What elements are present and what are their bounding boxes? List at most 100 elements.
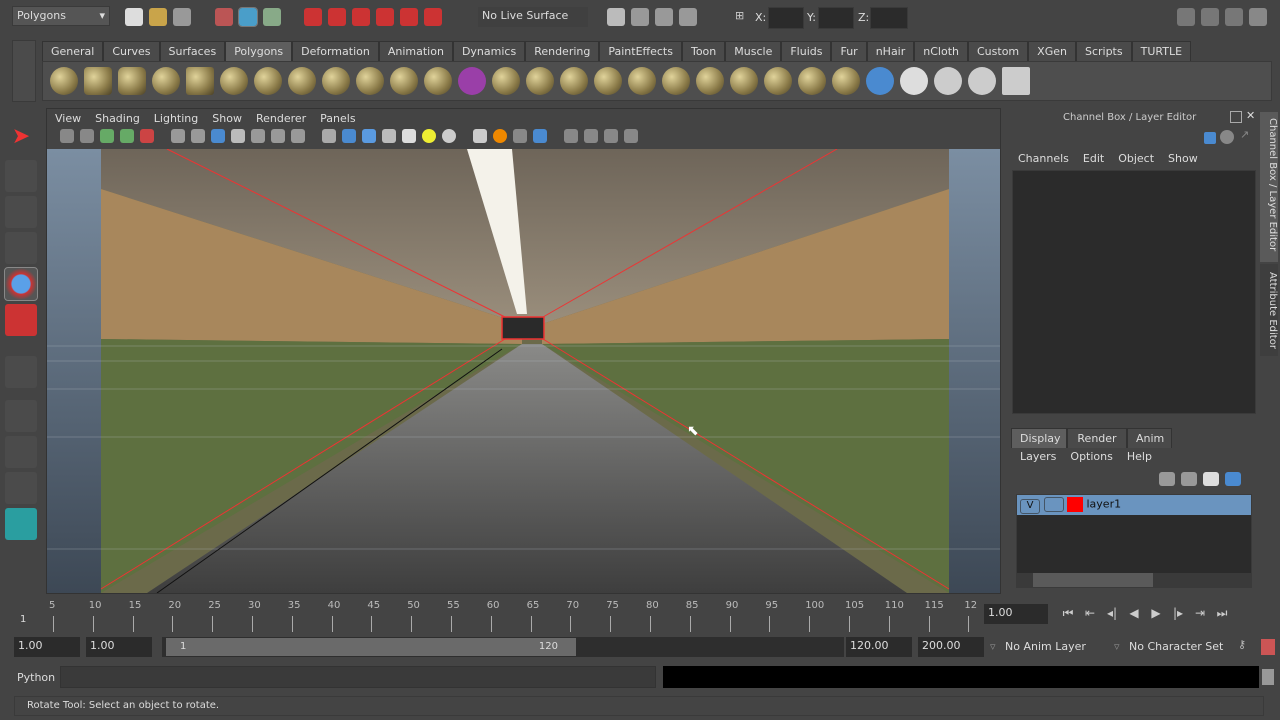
float-panel-icon[interactable]: [1230, 111, 1242, 123]
live-surface-field[interactable]: No Live Surface: [478, 7, 588, 27]
layer-row[interactable]: V layer1: [1017, 495, 1251, 515]
shelf-tab[interactable]: Curves: [103, 41, 160, 61]
render-view-icon[interactable]: [607, 8, 625, 26]
layout-outliner-icon[interactable]: [5, 472, 37, 504]
tab-render[interactable]: Render: [1067, 428, 1127, 448]
snap-point-icon[interactable]: [352, 8, 370, 26]
menu-options[interactable]: Options: [1070, 450, 1112, 463]
horizontal-scrollbar[interactable]: [1017, 573, 1251, 587]
new-layer-icon[interactable]: [1203, 472, 1219, 486]
new-layer-selected-icon[interactable]: [1225, 472, 1241, 486]
select-object-icon[interactable]: [237, 7, 258, 27]
shelf-tab[interactable]: Scripts: [1075, 41, 1132, 61]
step-back-frame-icon[interactable]: ◂|: [1101, 606, 1123, 620]
transform-input-icon[interactable]: ⊞: [735, 9, 744, 22]
insert-loop-icon[interactable]: [696, 67, 724, 95]
last-tool-icon[interactable]: [5, 356, 37, 388]
visibility-toggle[interactable]: V: [1020, 498, 1040, 514]
xray-joints-icon[interactable]: [604, 129, 618, 143]
side-tab-attribute-editor[interactable]: Attribute Editor: [1260, 264, 1278, 356]
image-plane-icon[interactable]: [120, 129, 134, 143]
shelf-tab[interactable]: Custom: [968, 41, 1029, 61]
safe-title-icon[interactable]: [291, 129, 305, 143]
shelf-menu-button[interactable]: [12, 40, 36, 102]
layout-single-icon[interactable]: [5, 400, 37, 432]
modeling-toolkit-icon[interactable]: [1177, 8, 1195, 26]
move-layer-down-icon[interactable]: [1181, 472, 1197, 486]
anim-layer-dropdown[interactable]: ▿ No Anim Layer: [990, 640, 1086, 653]
y-field[interactable]: [818, 7, 854, 29]
gate-mask-icon[interactable]: [231, 129, 245, 143]
poly-cylinder-icon[interactable]: [118, 67, 146, 95]
start-time-field[interactable]: 1.00: [14, 637, 80, 657]
offset-loop-icon[interactable]: [730, 67, 758, 95]
snap-grid-icon[interactable]: [304, 8, 322, 26]
poly-sphere-icon[interactable]: [50, 67, 78, 95]
menu-renderer[interactable]: Renderer: [256, 112, 306, 125]
shelf-tab[interactable]: Dynamics: [452, 41, 526, 61]
wireframe-on-shaded-icon[interactable]: [362, 129, 376, 143]
isolate-select-icon[interactable]: [564, 129, 578, 143]
shelf-tab[interactable]: XGen: [1028, 41, 1076, 61]
extract-icon[interactable]: [424, 67, 452, 95]
command-input[interactable]: [60, 666, 656, 688]
move-layer-up-icon[interactable]: [1159, 472, 1175, 486]
lasso-tool-icon[interactable]: [5, 160, 37, 192]
separate-icon[interactable]: [390, 67, 418, 95]
uv-layout-icon[interactable]: [968, 67, 996, 95]
snap-view-icon[interactable]: [376, 8, 394, 26]
textured-icon[interactable]: [402, 129, 416, 143]
render-settings-icon[interactable]: [679, 8, 697, 26]
append-icon[interactable]: [594, 67, 622, 95]
uv-icon[interactable]: [934, 67, 962, 95]
playback-end-field[interactable]: 120.00: [846, 637, 912, 657]
x-field[interactable]: [768, 7, 804, 29]
shelf-tab[interactable]: nHair: [866, 41, 915, 61]
field-chart-icon[interactable]: [251, 129, 265, 143]
poke-icon[interactable]: [832, 67, 860, 95]
make-live-icon[interactable]: [400, 8, 418, 26]
select-hierarchy-icon[interactable]: [214, 8, 233, 26]
shelf-tab-polygons[interactable]: Polygons: [225, 41, 293, 61]
menu-panels[interactable]: Panels: [320, 112, 355, 125]
step-back-key-icon[interactable]: ⇤: [1079, 606, 1101, 620]
play-forward-icon[interactable]: ▶: [1145, 606, 1167, 620]
shadows-icon[interactable]: [442, 129, 456, 143]
render-frame-icon[interactable]: [631, 8, 649, 26]
select-tool-icon[interactable]: ➤: [5, 124, 37, 156]
anti-alias-icon[interactable]: [513, 129, 527, 143]
select-component-icon[interactable]: [262, 8, 281, 26]
range-slider-handle[interactable]: 1 120: [166, 638, 576, 656]
layer-color-swatch[interactable]: [1067, 497, 1083, 512]
bevel-icon[interactable]: [628, 67, 656, 95]
bookmark-icon[interactable]: [100, 129, 114, 143]
attribute-editor-toggle-icon[interactable]: [1201, 8, 1219, 26]
uv-snapshot-icon[interactable]: [1002, 67, 1030, 95]
menu-edit[interactable]: Edit: [1083, 152, 1104, 165]
poly-plane-icon[interactable]: [186, 67, 214, 95]
bridge-icon[interactable]: [560, 67, 588, 95]
cut-faces-icon[interactable]: [764, 67, 792, 95]
default-material-icon[interactable]: [382, 129, 396, 143]
character-set-dropdown[interactable]: ▿ No Character Set: [1114, 640, 1223, 653]
safe-action-icon[interactable]: [271, 129, 285, 143]
shelf-tab[interactable]: Toon: [681, 41, 726, 61]
paint-select-tool-icon[interactable]: [5, 196, 37, 228]
shelf-tab[interactable]: PaintEffects: [599, 41, 682, 61]
film-gate-icon[interactable]: [191, 129, 205, 143]
camera-select-icon[interactable]: [60, 129, 74, 143]
shelf-tab[interactable]: TURTLE: [1131, 41, 1192, 61]
poly-pipe-icon[interactable]: [288, 67, 316, 95]
shading-icon[interactable]: [1220, 130, 1234, 144]
poly-plane-circle-icon[interactable]: [322, 67, 350, 95]
open-folder-icon[interactable]: [149, 8, 167, 26]
use-lights-icon[interactable]: [422, 129, 436, 143]
step-forward-frame-icon[interactable]: |▸: [1167, 606, 1189, 620]
rotate-tool-icon[interactable]: [4, 267, 38, 301]
poly-cone-icon[interactable]: [152, 67, 180, 95]
poly-cube-icon[interactable]: [84, 67, 112, 95]
shelf-tab[interactable]: Muscle: [725, 41, 782, 61]
smooth-proxy-icon[interactable]: [458, 67, 486, 95]
shelf-tab[interactable]: Surfaces: [159, 41, 226, 61]
preferences-icon[interactable]: [1261, 639, 1275, 655]
